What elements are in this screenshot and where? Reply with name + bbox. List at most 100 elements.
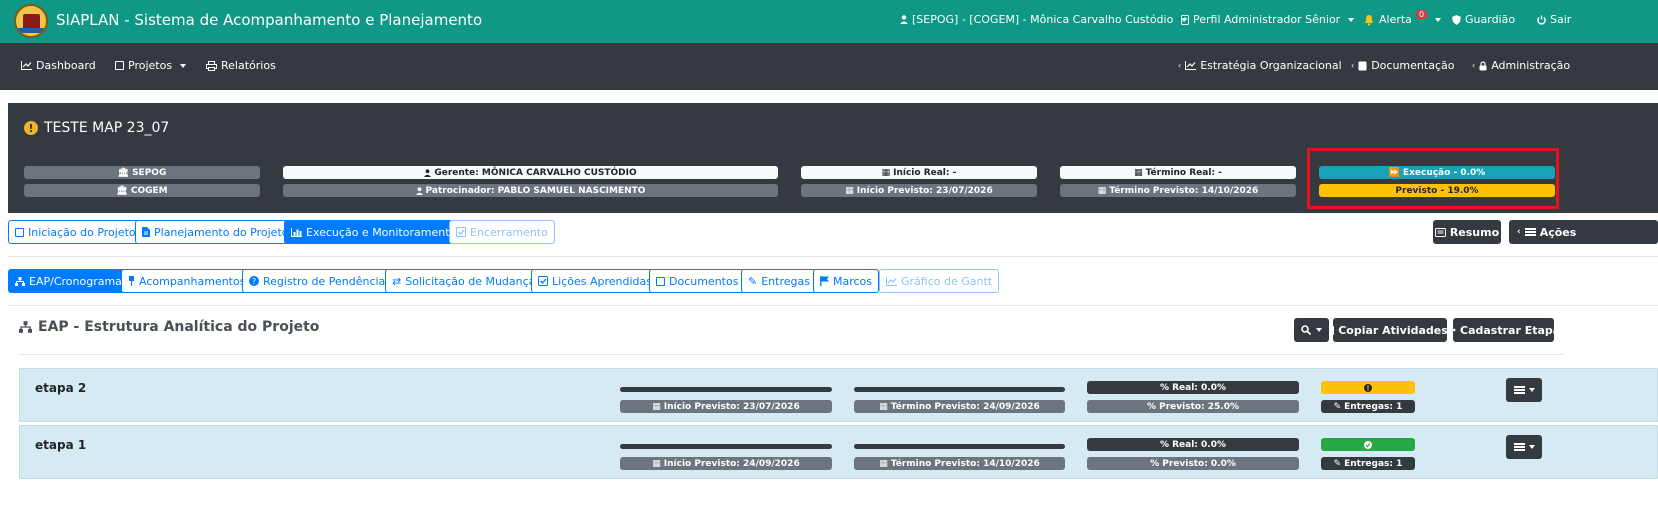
highlight-box <box>1307 148 1559 209</box>
calendar-icon: ▦ <box>845 185 854 196</box>
eap-title: EAP - Estrutura Analítica do Projeto <box>19 319 319 335</box>
chevron-down-icon <box>1316 328 1322 332</box>
sponsor-badge: Patrocinador: PABLO SAMUEL NASCIMENTO <box>283 184 778 197</box>
copy-icon <box>1332 325 1335 335</box>
project-title-text: TESTE MAP 23_07 <box>44 120 170 136</box>
stage-menu-button[interactable] <box>1506 378 1542 402</box>
tab-closing[interactable]: Encerramento <box>449 220 555 244</box>
stage-name: etapa 2 <box>35 381 87 395</box>
subtab-pending[interactable]: ? Registro de Pendências <box>242 269 399 293</box>
subtab-milestones-label: Marcos <box>833 274 873 288</box>
logout-link[interactable]: Sair <box>1537 13 1571 26</box>
user-icon <box>415 186 423 195</box>
bell-icon <box>1365 14 1373 26</box>
user-icon <box>900 15 908 24</box>
exclamation-icon: ! <box>24 121 38 135</box>
subtab-lessons-label: Lições Aprendidas <box>552 274 652 288</box>
search-button[interactable] <box>1294 318 1329 342</box>
app-logo[interactable] <box>14 4 48 38</box>
calendar-icon: ▦ <box>652 458 661 469</box>
tab-execution[interactable]: Execução e Monitoramento <box>284 220 464 244</box>
alert-menu[interactable]: Alerta 0 <box>1363 10 1442 26</box>
logout-label: Sair <box>1550 13 1572 26</box>
top-bar: SIAPLAN - Sistema de Acompanhamento e Pl… <box>0 0 1658 43</box>
guardian-link[interactable]: Guardião <box>1452 13 1515 26</box>
main-nav: Dashboard Projetos Relatórios ‹ Estratég… <box>0 43 1658 90</box>
subtab-pending-label: Registro de Pendências <box>263 274 392 288</box>
flag-icon <box>820 276 829 286</box>
nav-admin[interactable]: ‹ Administração <box>1472 59 1570 72</box>
user-menu-label: [SEPOG] - [COGEM] - Mônica Carvalho Cust… <box>912 13 1174 26</box>
stage-real-badge: % Real: 0.0% <box>1087 438 1299 451</box>
subtab-documents[interactable]: Documentos <box>649 269 746 293</box>
end-planned-label: Término Previsto: 14/10/2026 <box>1109 185 1259 196</box>
stage-start-badge: ▦ Início Previsto: 24/09/2026 <box>620 457 832 470</box>
app-title: SIAPLAN - Sistema de Acompanhamento e Pl… <box>56 11 483 29</box>
print-icon <box>206 60 217 71</box>
add-stage-button[interactable]: ✚ Cadastrar Etapa <box>1447 318 1560 342</box>
stage-row: etapa 1 ▦ Início Previsto: 24/09/2026 ▦ Té… <box>19 425 1658 479</box>
stage-real-badge: % Real: 0.0% <box>1087 381 1299 394</box>
summary-button[interactable]: Resumo <box>1433 220 1501 244</box>
stage-end-badge: ▦ Término Previsto: 14/10/2026 <box>854 457 1065 470</box>
stage-menu-button[interactable] <box>1506 435 1542 459</box>
nav-reports-label: Relatórios <box>221 59 276 72</box>
actions-button[interactable]: ‹ Ações <box>1509 220 1658 244</box>
building-icon: 🏛 <box>117 167 130 178</box>
id-card-icon <box>1181 14 1189 25</box>
nav-admin-label: Administração <box>1491 59 1571 72</box>
line-chart-icon <box>886 276 897 286</box>
subtab-deliveries[interactable]: ✎ Entregas <box>741 269 817 293</box>
subtab-tracking-label: Acompanhamentos <box>139 274 246 288</box>
question-circle-icon: ? <box>249 276 259 286</box>
tab-execution-label: Execução e Monitoramento <box>306 225 457 239</box>
hamburger-icon <box>1513 443 1525 451</box>
start-planned-badge: ▦ Início Previsto: 23/07/2026 <box>801 184 1037 197</box>
copy-icon <box>656 276 665 286</box>
profile-menu[interactable]: Perfil Administrador Sênior <box>1181 13 1355 26</box>
stage-name: etapa 1 <box>35 438 87 452</box>
summary-label: Resumo <box>1449 225 1500 239</box>
chevron-down-icon <box>1348 17 1355 22</box>
org-sepog-label: SEPOG <box>132 167 167 178</box>
copy-activities-button[interactable]: Copiar Atividades <box>1332 318 1448 342</box>
chevron-left-icon: ‹ <box>1351 61 1355 70</box>
stage-planned-label: % Previsto: 0.0% <box>1150 458 1236 469</box>
nav-projects[interactable]: Projetos <box>115 59 187 72</box>
subtab-change[interactable]: ⇄ Solicitação de Mudança <box>385 269 543 293</box>
subtab-gantt-label: Gráfico de Gantt <box>901 274 993 288</box>
subtab-wbs[interactable]: EAP/Cronograma <box>8 269 129 293</box>
user-menu[interactable]: [SEPOG] - [COGEM] - Mônica Carvalho Cust… <box>900 13 1188 26</box>
file-icon <box>142 227 150 237</box>
stage-start-label: Início Previsto: 23/07/2026 <box>663 401 800 412</box>
tab-initiation[interactable]: Iniciação do Projeto <box>8 220 143 244</box>
chevron-down-icon <box>1528 388 1535 392</box>
sitemap-icon <box>19 321 32 333</box>
calendar-icon: ▦ <box>1097 185 1107 196</box>
alert-menu-label: Alerta <box>1379 13 1412 26</box>
subtab-milestones[interactable]: Marcos <box>813 269 880 293</box>
stage-row: etapa 2 ▦ Início Previsto: 23/07/2026 ▦ Té… <box>19 368 1658 422</box>
svg-text:?: ? <box>252 277 256 286</box>
subtab-tracking[interactable]: Acompanhamentos <box>121 269 253 293</box>
tab-planning[interactable]: Planejamento do Projeto <box>135 220 296 244</box>
calendar-icon: ▦ <box>1134 167 1143 178</box>
lock-icon <box>1479 60 1487 70</box>
stage-planned-badge: % Previsto: 0.0% <box>1087 457 1299 470</box>
subtab-gantt[interactable]: Gráfico de Gantt <box>879 269 1000 293</box>
nav-documentation[interactable]: ‹ Documentação <box>1351 59 1454 72</box>
nav-reports[interactable]: Relatórios <box>206 59 276 72</box>
chevron-left-icon: ‹ <box>1178 61 1182 70</box>
divider <box>8 305 1658 306</box>
sponsor-label: Patrocinador: PABLO SAMUEL NASCIMENTO <box>425 185 646 196</box>
stage-planned-badge: % Previsto: 25.0% <box>1087 400 1299 413</box>
paperclip-icon: ✎ <box>1333 401 1342 412</box>
guardian-label: Guardião <box>1465 13 1516 26</box>
subtab-lessons[interactable]: Lições Aprendidas <box>531 269 659 293</box>
org-badge-sepog: 🏛 SEPOG <box>24 166 260 179</box>
paperclip-icon: ✎ <box>748 274 758 288</box>
nav-dashboard[interactable]: Dashboard <box>21 59 96 72</box>
bar-chart-icon <box>291 227 302 237</box>
nav-strategy[interactable]: ‹ Estratégia Organizacional <box>1178 59 1342 72</box>
nav-dashboard-label: Dashboard <box>36 59 96 72</box>
